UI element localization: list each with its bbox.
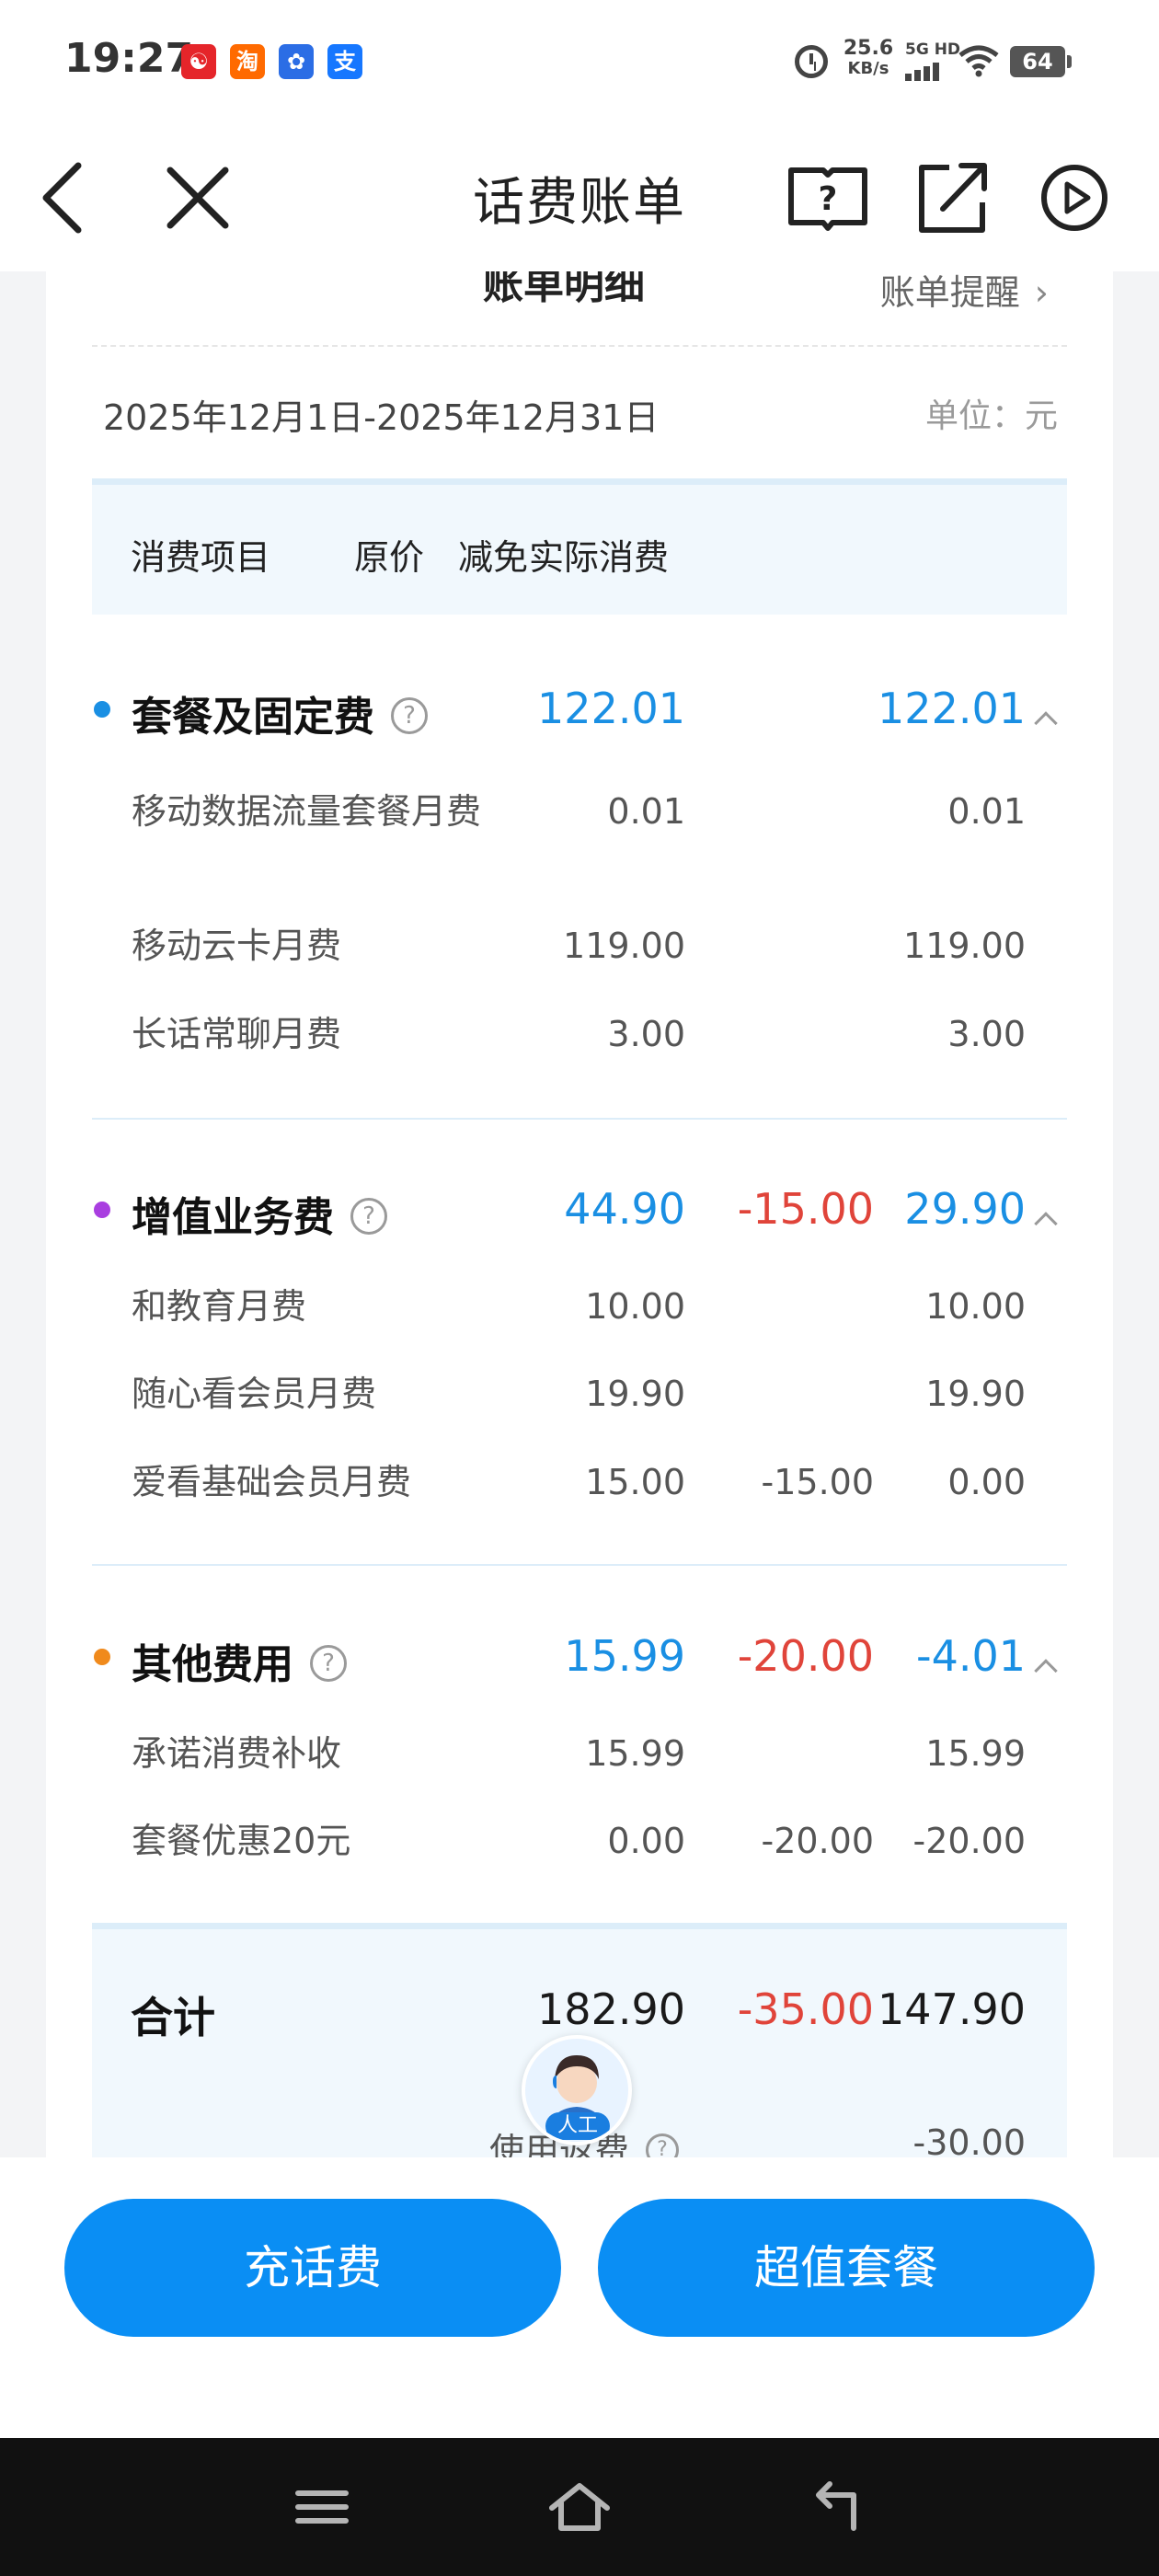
category-name: 套餐及固定费? <box>132 684 428 742</box>
list-item-original: 0.01 <box>607 791 685 832</box>
help-icon[interactable]: ? <box>310 1645 347 1682</box>
category-actual: 122.01 <box>878 684 1026 733</box>
column-header-original: 原价 <box>354 537 425 578</box>
bill-reminder-label: 账单提醒 <box>879 272 1020 313</box>
collapse-icon[interactable] <box>1034 1659 1058 1683</box>
list-item-name: 移动云卡月费 <box>132 926 342 966</box>
recharge-button[interactable]: 充话费 <box>64 2199 561 2337</box>
list-item-name: 承诺消费补收 <box>132 1733 342 1774</box>
signal-icon <box>905 61 942 81</box>
category-original: 44.90 <box>564 1184 685 1234</box>
total-label: 合计 <box>131 1993 215 2042</box>
list-item-actual: -20.00 <box>912 1821 1027 1861</box>
network-speed-unit: KB/s <box>847 59 889 78</box>
network-speed-value: 25.6 <box>843 37 894 60</box>
column-header-actual: 实际消费 <box>529 537 670 578</box>
usage-refund-value: -30.00 <box>912 2122 1027 2157</box>
list-item-actual: 19.90 <box>925 1374 1026 1414</box>
column-header-item: 消费项目 <box>131 537 271 578</box>
chevron-right-icon: › <box>1034 272 1049 313</box>
bill-reminder-link[interactable]: 账单提醒 › <box>880 271 1049 315</box>
collapse-icon[interactable] <box>1034 711 1058 735</box>
list-item-actual: 3.00 <box>947 1014 1026 1054</box>
list-item-discount: -15.00 <box>761 1462 875 1502</box>
agent-badge: 人工 <box>545 2112 610 2140</box>
category-dot <box>94 1649 110 1665</box>
category-discount: -20.00 <box>737 1631 874 1681</box>
list-item-original: 19.90 <box>585 1374 685 1414</box>
list-item-original: 0.00 <box>607 1821 685 1861</box>
status-time: 19:27 <box>64 35 194 82</box>
category-name: 其他费用? <box>132 1631 347 1690</box>
alarm-icon <box>795 45 828 78</box>
bill-period: 2025年12月1日-2025年12月31日 <box>103 397 660 438</box>
list-item-actual: 0.01 <box>947 791 1026 832</box>
wifi-icon <box>958 45 999 77</box>
battery-indicator: 64 <box>1010 46 1072 77</box>
customer-service-agent-button[interactable]: 人工 <box>522 2035 632 2145</box>
category-discount: -15.00 <box>737 1184 874 1234</box>
list-item-original: 3.00 <box>607 1014 685 1054</box>
bottom-action-bar: 充话费 超值套餐 <box>0 2157 1159 2438</box>
category-original: 15.99 <box>564 1631 685 1681</box>
list-item-actual: 10.00 <box>925 1286 1026 1327</box>
collapse-icon[interactable] <box>1034 1212 1058 1236</box>
list-item-original: 119.00 <box>563 926 685 966</box>
divider <box>92 345 1067 347</box>
list-item-name: 移动数据流量套餐月费 <box>132 791 482 832</box>
bill-detail-card: 账单明细 账单提醒 › 2025年12月1日-2025年12月31日 单位：元 消… <box>46 271 1113 2157</box>
category-actual: 29.90 <box>904 1184 1026 1234</box>
list-item-actual: 15.99 <box>925 1733 1026 1774</box>
list-item-actual: 0.00 <box>947 1462 1026 1502</box>
network-speed: 25.6 KB/s <box>841 39 896 79</box>
category-name: 增值业务费? <box>132 1184 387 1243</box>
category-dot <box>94 701 110 718</box>
app-header: 话费账单 ? <box>0 124 1159 271</box>
share-icon[interactable] <box>911 156 993 239</box>
list-item-name: 随心看会员月费 <box>132 1374 377 1414</box>
list-item-original: 15.00 <box>585 1462 685 1502</box>
list-item-actual: 119.00 <box>903 926 1026 966</box>
currency-unit: 单位：元 <box>924 397 1058 435</box>
taobao-icon: 淘 <box>230 44 265 79</box>
svg-text:?: ? <box>819 180 838 218</box>
notification-app-icon: ☯ <box>181 44 216 79</box>
list-item-name: 套餐优惠20元 <box>132 1821 351 1861</box>
alipay-icon: 支 <box>327 44 362 79</box>
help-icon[interactable]: ? <box>391 697 428 734</box>
list-item-name: 长话常聊月费 <box>132 1014 342 1054</box>
menu-icon[interactable] <box>285 2475 359 2539</box>
system-navigation-bar <box>0 2438 1159 2576</box>
divider <box>92 1564 1067 1566</box>
total-actual: 147.90 <box>878 1984 1026 2034</box>
total-original: 182.90 <box>537 1984 685 2034</box>
list-item-original: 10.00 <box>585 1286 685 1327</box>
network-type: 5G HD <box>905 40 961 59</box>
divider <box>92 1118 1067 1120</box>
category-dot <box>94 1202 110 1218</box>
category-actual: -4.01 <box>915 1631 1026 1681</box>
column-header-discount: 减免 <box>458 537 529 578</box>
help-icon[interactable]: ? <box>646 2133 680 2157</box>
list-item-name: 爱看基础会员月费 <box>132 1462 412 1502</box>
help-icon[interactable]: ? <box>350 1198 387 1235</box>
list-item-discount: -20.00 <box>761 1821 875 1861</box>
status-bar: 19:27 ☯ 淘 ✿ 支 25.6 KB/s 5G HD 64 <box>0 0 1159 124</box>
list-item-name: 和教育月费 <box>132 1286 307 1327</box>
home-icon[interactable] <box>543 2475 616 2539</box>
category-original: 122.01 <box>537 684 685 733</box>
total-discount: -35.00 <box>737 1984 874 2034</box>
table-header: 消费项目 原价 减免 实际消费 <box>92 478 1067 615</box>
help-book-icon[interactable]: ? <box>786 156 869 239</box>
list-item-original: 15.99 <box>585 1733 685 1774</box>
back-nav-icon[interactable] <box>800 2475 874 2539</box>
baidu-icon: ✿ <box>279 44 314 79</box>
play-circle-icon[interactable] <box>1033 156 1116 239</box>
value-plans-button[interactable]: 超值套餐 <box>598 2199 1095 2337</box>
bill-section-title: 账单明细 <box>483 271 645 308</box>
